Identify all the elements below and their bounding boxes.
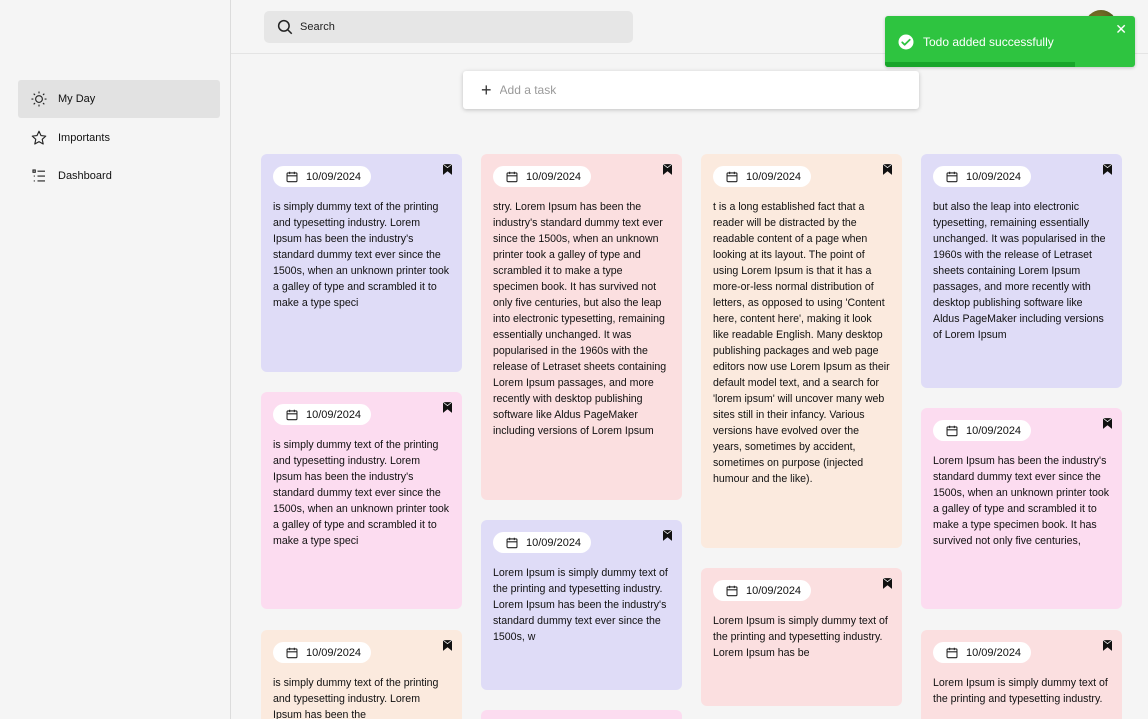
list-icon xyxy=(30,167,48,185)
star-icon xyxy=(30,129,48,147)
card-text: stry. Lorem Ipsum has been the industry'… xyxy=(493,200,667,437)
add-task-input[interactable] xyxy=(499,83,880,97)
date-badge: 10/09/2024 xyxy=(933,166,1032,187)
bookmark-icon[interactable] xyxy=(443,402,452,413)
calendar-icon xyxy=(286,171,298,182)
sidebar: My Day Importants Dashboard xyxy=(0,0,231,719)
card-date: 10/09/2024 xyxy=(966,424,1022,437)
date-badge: 10/09/2024 xyxy=(493,166,592,187)
card-date: 10/09/2024 xyxy=(306,170,362,183)
card-text: Lorem Ipsum is simply dummy text of the … xyxy=(713,614,888,659)
card-text: Lorem Ipsum has been the industry's stan… xyxy=(933,454,1110,547)
todo-card[interactable]: 10/09/2024 Lorem Ipsum is simply dummy t… xyxy=(481,520,682,690)
card-date: 10/09/2024 xyxy=(746,170,802,183)
plus-icon[interactable]: + xyxy=(481,81,492,99)
todo-card[interactable]: 10/09/2024 stry. Lorem Ipsum has been th… xyxy=(481,154,682,500)
date-badge: 10/09/2024 xyxy=(273,166,372,187)
date-badge: 10/09/2024 xyxy=(713,166,812,187)
card-date: 10/09/2024 xyxy=(526,170,582,183)
card-text: is simply dummy text of the printing and… xyxy=(273,200,450,309)
sidebar-item-importants[interactable]: Importants xyxy=(18,119,220,157)
bookmark-icon[interactable] xyxy=(443,164,452,175)
card-date: 10/09/2024 xyxy=(526,536,582,549)
toast-message: Todo added successfully xyxy=(923,34,1054,49)
todo-card[interactable]: 10/09/2024 Lorem Ipsum has been the indu… xyxy=(921,408,1122,609)
search-input[interactable] xyxy=(300,21,620,33)
todo-card[interactable]: 10/09/2024 Lorem Ipsum is simply dummy t… xyxy=(921,630,1122,719)
toast-progress-bar xyxy=(885,62,1075,67)
todo-card[interactable]: 10/09/2024 is simply dummy text of the p… xyxy=(261,630,462,719)
calendar-icon xyxy=(946,171,958,182)
calendar-icon xyxy=(286,647,298,658)
calendar-icon xyxy=(506,171,518,182)
sidebar-item-label: Importants xyxy=(58,132,110,144)
close-icon[interactable]: ✕ xyxy=(1115,21,1127,38)
bookmark-icon[interactable] xyxy=(663,164,672,175)
card-text: t is a long established fact that a read… xyxy=(713,200,890,485)
date-badge: 10/09/2024 xyxy=(273,404,372,425)
card-date: 10/09/2024 xyxy=(966,646,1022,659)
todo-card[interactable]: 10/09/2024 t is a long established fact … xyxy=(701,154,902,548)
todo-card[interactable]: 10/09/2024 is simply dummy text of the p… xyxy=(261,392,462,609)
date-badge: 10/09/2024 xyxy=(713,580,812,601)
toast-notification: Todo added successfully ✕ xyxy=(885,16,1135,67)
card-date: 10/09/2024 xyxy=(306,646,362,659)
bookmark-icon[interactable] xyxy=(1103,164,1112,175)
card-date: 10/09/2024 xyxy=(966,170,1022,183)
bookmark-icon[interactable] xyxy=(1103,418,1112,429)
todo-card[interactable]: 10/09/2024 Lorem Ipsum is simply dummy t… xyxy=(701,568,902,706)
card-date: 10/09/2024 xyxy=(306,408,362,421)
sidebar-item-my-day[interactable]: My Day xyxy=(18,80,220,118)
calendar-icon xyxy=(946,647,958,658)
calendar-icon xyxy=(726,171,738,182)
sidebar-item-dashboard[interactable]: Dashboard xyxy=(18,157,220,195)
add-task-bar[interactable]: + xyxy=(463,71,919,109)
date-badge: 10/09/2024 xyxy=(933,420,1032,441)
bookmark-icon[interactable] xyxy=(883,578,892,589)
sun-icon xyxy=(30,90,48,108)
sidebar-item-label: Dashboard xyxy=(58,170,112,182)
calendar-icon xyxy=(946,425,958,436)
calendar-icon xyxy=(726,585,738,596)
date-badge: 10/09/2024 xyxy=(493,532,592,553)
search-bar[interactable] xyxy=(264,11,633,43)
date-badge: 10/09/2024 xyxy=(273,642,372,663)
card-text: Lorem Ipsum is simply dummy text of the … xyxy=(933,676,1108,705)
card-text: is simply dummy text of the printing and… xyxy=(273,676,439,719)
date-badge: 10/09/2024 xyxy=(933,642,1032,663)
calendar-icon xyxy=(506,537,518,548)
todo-card[interactable] xyxy=(481,710,682,719)
search-icon xyxy=(277,19,293,35)
bookmark-icon[interactable] xyxy=(1103,640,1112,651)
sidebar-item-label: My Day xyxy=(58,93,96,105)
bookmark-icon[interactable] xyxy=(443,640,452,651)
todo-card[interactable]: 10/09/2024 is simply dummy text of the p… xyxy=(261,154,462,372)
calendar-icon xyxy=(286,409,298,420)
bookmark-icon[interactable] xyxy=(883,164,892,175)
todo-card[interactable]: 10/09/2024 but also the leap into electr… xyxy=(921,154,1122,388)
check-circle-icon xyxy=(898,34,914,49)
card-text: but also the leap into electronic typese… xyxy=(933,200,1106,341)
card-date: 10/09/2024 xyxy=(746,584,802,597)
card-text: is simply dummy text of the printing and… xyxy=(273,438,450,547)
bookmark-icon[interactable] xyxy=(663,530,672,541)
card-text: Lorem Ipsum is simply dummy text of the … xyxy=(493,566,668,643)
